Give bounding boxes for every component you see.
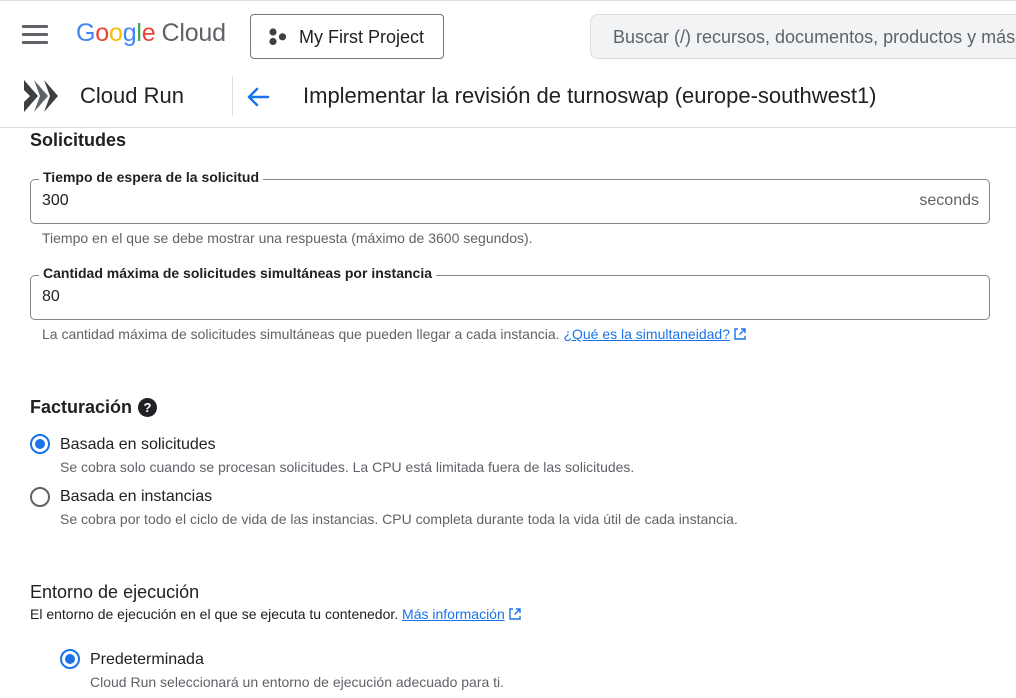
max-concurrency-label: Cantidad máxima de solicitudes simultáne… (39, 265, 437, 281)
request-timeout-input[interactable]: 300 (42, 192, 642, 210)
search-placeholder: Buscar (/) recursos, documentos, product… (613, 27, 1016, 47)
external-link-icon[interactable] (508, 607, 522, 621)
max-concurrency-field[interactable]: Cantidad máxima de solicitudes simultáne… (30, 265, 990, 320)
execution-environment-desc-text: El entorno de ejecución en el que se eje… (30, 606, 399, 622)
billing-section-title: Facturación? (30, 397, 158, 418)
google-cloud-logo[interactable]: Google Cloud (76, 19, 226, 48)
search-input[interactable]: Buscar (/) recursos, documentos, product… (590, 14, 1016, 59)
service-header: Cloud Run Implementar la revisión de tur… (0, 66, 1016, 128)
request-timeout-label: Tiempo de espera de la solicitud (39, 169, 264, 185)
billing-instance-based-desc: Se cobra por todo el ciclo de vida de la… (60, 511, 738, 527)
top-app-bar: Google Cloud My First Project Buscar (/) … (0, 0, 1016, 66)
billing-request-based-label[interactable]: Basada en solicitudes (60, 436, 216, 454)
environment-default-label[interactable]: Predeterminada (90, 651, 204, 669)
execution-environment-title: Entorno de ejecución (30, 582, 200, 602)
environment-default-desc: Cloud Run seleccionará un entorno de eje… (90, 674, 505, 690)
project-picker-button[interactable]: My First Project (250, 14, 444, 59)
execution-environment-desc: El entorno de ejecución en el que se eje… (30, 606, 522, 622)
help-icon[interactable]: ? (138, 398, 158, 417)
max-concurrency-hint-text: La cantidad máxima de solicitudes simult… (42, 326, 560, 342)
max-concurrency-hint: La cantidad máxima de solicitudes simult… (42, 326, 747, 342)
max-concurrency-input[interactable]: 80 (42, 288, 642, 306)
billing-request-based-desc: Se cobra solo cuando se procesan solicit… (60, 459, 635, 475)
requests-section-title: Solicitudes (30, 130, 127, 150)
more-info-link[interactable]: Más información (402, 606, 505, 622)
header-divider (232, 76, 233, 116)
billing-title-text: Facturación (30, 397, 133, 417)
project-name: My First Project (299, 27, 425, 47)
page-title: Implementar la revisión de turnoswap (eu… (303, 83, 877, 108)
request-timeout-field[interactable]: Tiempo de espera de la solicitud 300 sec… (30, 169, 990, 224)
main-menu-icon[interactable] (22, 25, 48, 45)
back-arrow-icon[interactable] (244, 83, 272, 111)
external-link-icon[interactable] (733, 327, 747, 341)
billing-instance-based-label[interactable]: Basada en instancias (60, 488, 212, 506)
billing-request-based-radio[interactable] (30, 434, 50, 454)
request-timeout-hint: Tiempo en el que se debe mostrar una res… (42, 230, 533, 246)
environment-default-radio[interactable] (60, 649, 80, 669)
request-timeout-unit: seconds (919, 192, 979, 209)
cloud-run-logo-icon[interactable] (22, 78, 60, 114)
project-dots-icon (269, 28, 287, 46)
billing-instance-based-radio[interactable] (30, 487, 50, 507)
concurrency-help-link[interactable]: ¿Qué es la simultaneidad? (563, 326, 730, 342)
service-name[interactable]: Cloud Run (80, 83, 184, 109)
